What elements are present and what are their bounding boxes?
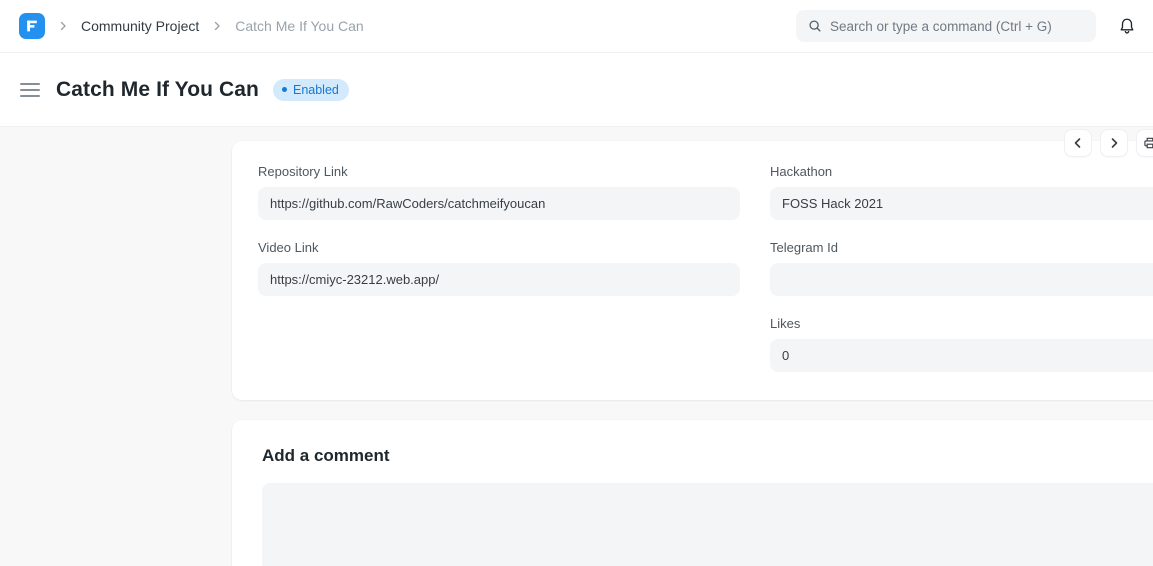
- printer-icon: [1143, 136, 1153, 150]
- form-column-right: Hackathon Telegram Id Likes: [770, 164, 1153, 372]
- navbar-actions: [796, 10, 1138, 42]
- video-link-label: Video Link: [258, 240, 740, 255]
- chevron-right-icon: [1108, 137, 1120, 149]
- chevron-right-icon: [57, 20, 69, 32]
- app-window: Community Project Catch Me If You Can: [0, 0, 1153, 566]
- comments-heading: Add a comment: [262, 446, 1153, 466]
- print-button[interactable]: [1136, 129, 1153, 157]
- form-card: Repository Link Video Link Hackathon Tel…: [232, 141, 1153, 400]
- search-input[interactable]: [830, 19, 1084, 34]
- breadcrumb: Community Project Catch Me If You Can: [19, 13, 364, 39]
- status-badge-label: Enabled: [293, 83, 339, 97]
- repository-link-label: Repository Link: [258, 164, 740, 179]
- form-grid: Repository Link Video Link Hackathon Tel…: [258, 164, 1153, 372]
- search-icon: [808, 19, 822, 33]
- comment-input[interactable]: [262, 483, 1153, 566]
- likes-label: Likes: [770, 316, 1153, 331]
- hackathon-input[interactable]: [770, 187, 1153, 220]
- page-header: Catch Me If You Can Enabled: [0, 53, 1153, 127]
- top-navbar: Community Project Catch Me If You Can: [0, 0, 1153, 53]
- next-document-button[interactable]: [1100, 129, 1128, 157]
- repository-link-input[interactable]: [258, 187, 740, 220]
- field-likes: Likes: [770, 316, 1153, 372]
- telegram-id-input[interactable]: [770, 263, 1153, 296]
- status-badge: Enabled: [273, 79, 349, 101]
- page-body: Repository Link Video Link Hackathon Tel…: [0, 127, 1153, 566]
- field-video-link: Video Link: [258, 240, 740, 296]
- field-repository-link: Repository Link: [258, 164, 740, 220]
- global-search[interactable]: [796, 10, 1096, 42]
- sidebar-toggle-icon[interactable]: [20, 83, 40, 97]
- previous-document-button[interactable]: [1064, 129, 1092, 157]
- telegram-id-label: Telegram Id: [770, 240, 1153, 255]
- status-dot: [282, 87, 287, 92]
- form-column-left: Repository Link Video Link: [258, 164, 740, 372]
- bell-icon: [1118, 17, 1136, 35]
- video-link-input[interactable]: [258, 263, 740, 296]
- frappe-logo[interactable]: [19, 13, 45, 39]
- breadcrumb-item-current: Catch Me If You Can: [235, 18, 363, 34]
- header-action-buttons: [1064, 129, 1153, 157]
- chevron-left-icon: [1072, 137, 1084, 149]
- page-title: Catch Me If You Can: [56, 78, 259, 102]
- comments-card: Add a comment: [232, 420, 1153, 566]
- breadcrumb-item-community-project[interactable]: Community Project: [81, 18, 199, 34]
- field-telegram-id: Telegram Id: [770, 240, 1153, 296]
- chevron-right-icon: [211, 20, 223, 32]
- field-hackathon: Hackathon: [770, 164, 1153, 220]
- likes-input[interactable]: [770, 339, 1153, 372]
- notifications-button[interactable]: [1116, 15, 1138, 37]
- hackathon-label: Hackathon: [770, 164, 1153, 179]
- frappe-f-icon: [24, 18, 40, 34]
